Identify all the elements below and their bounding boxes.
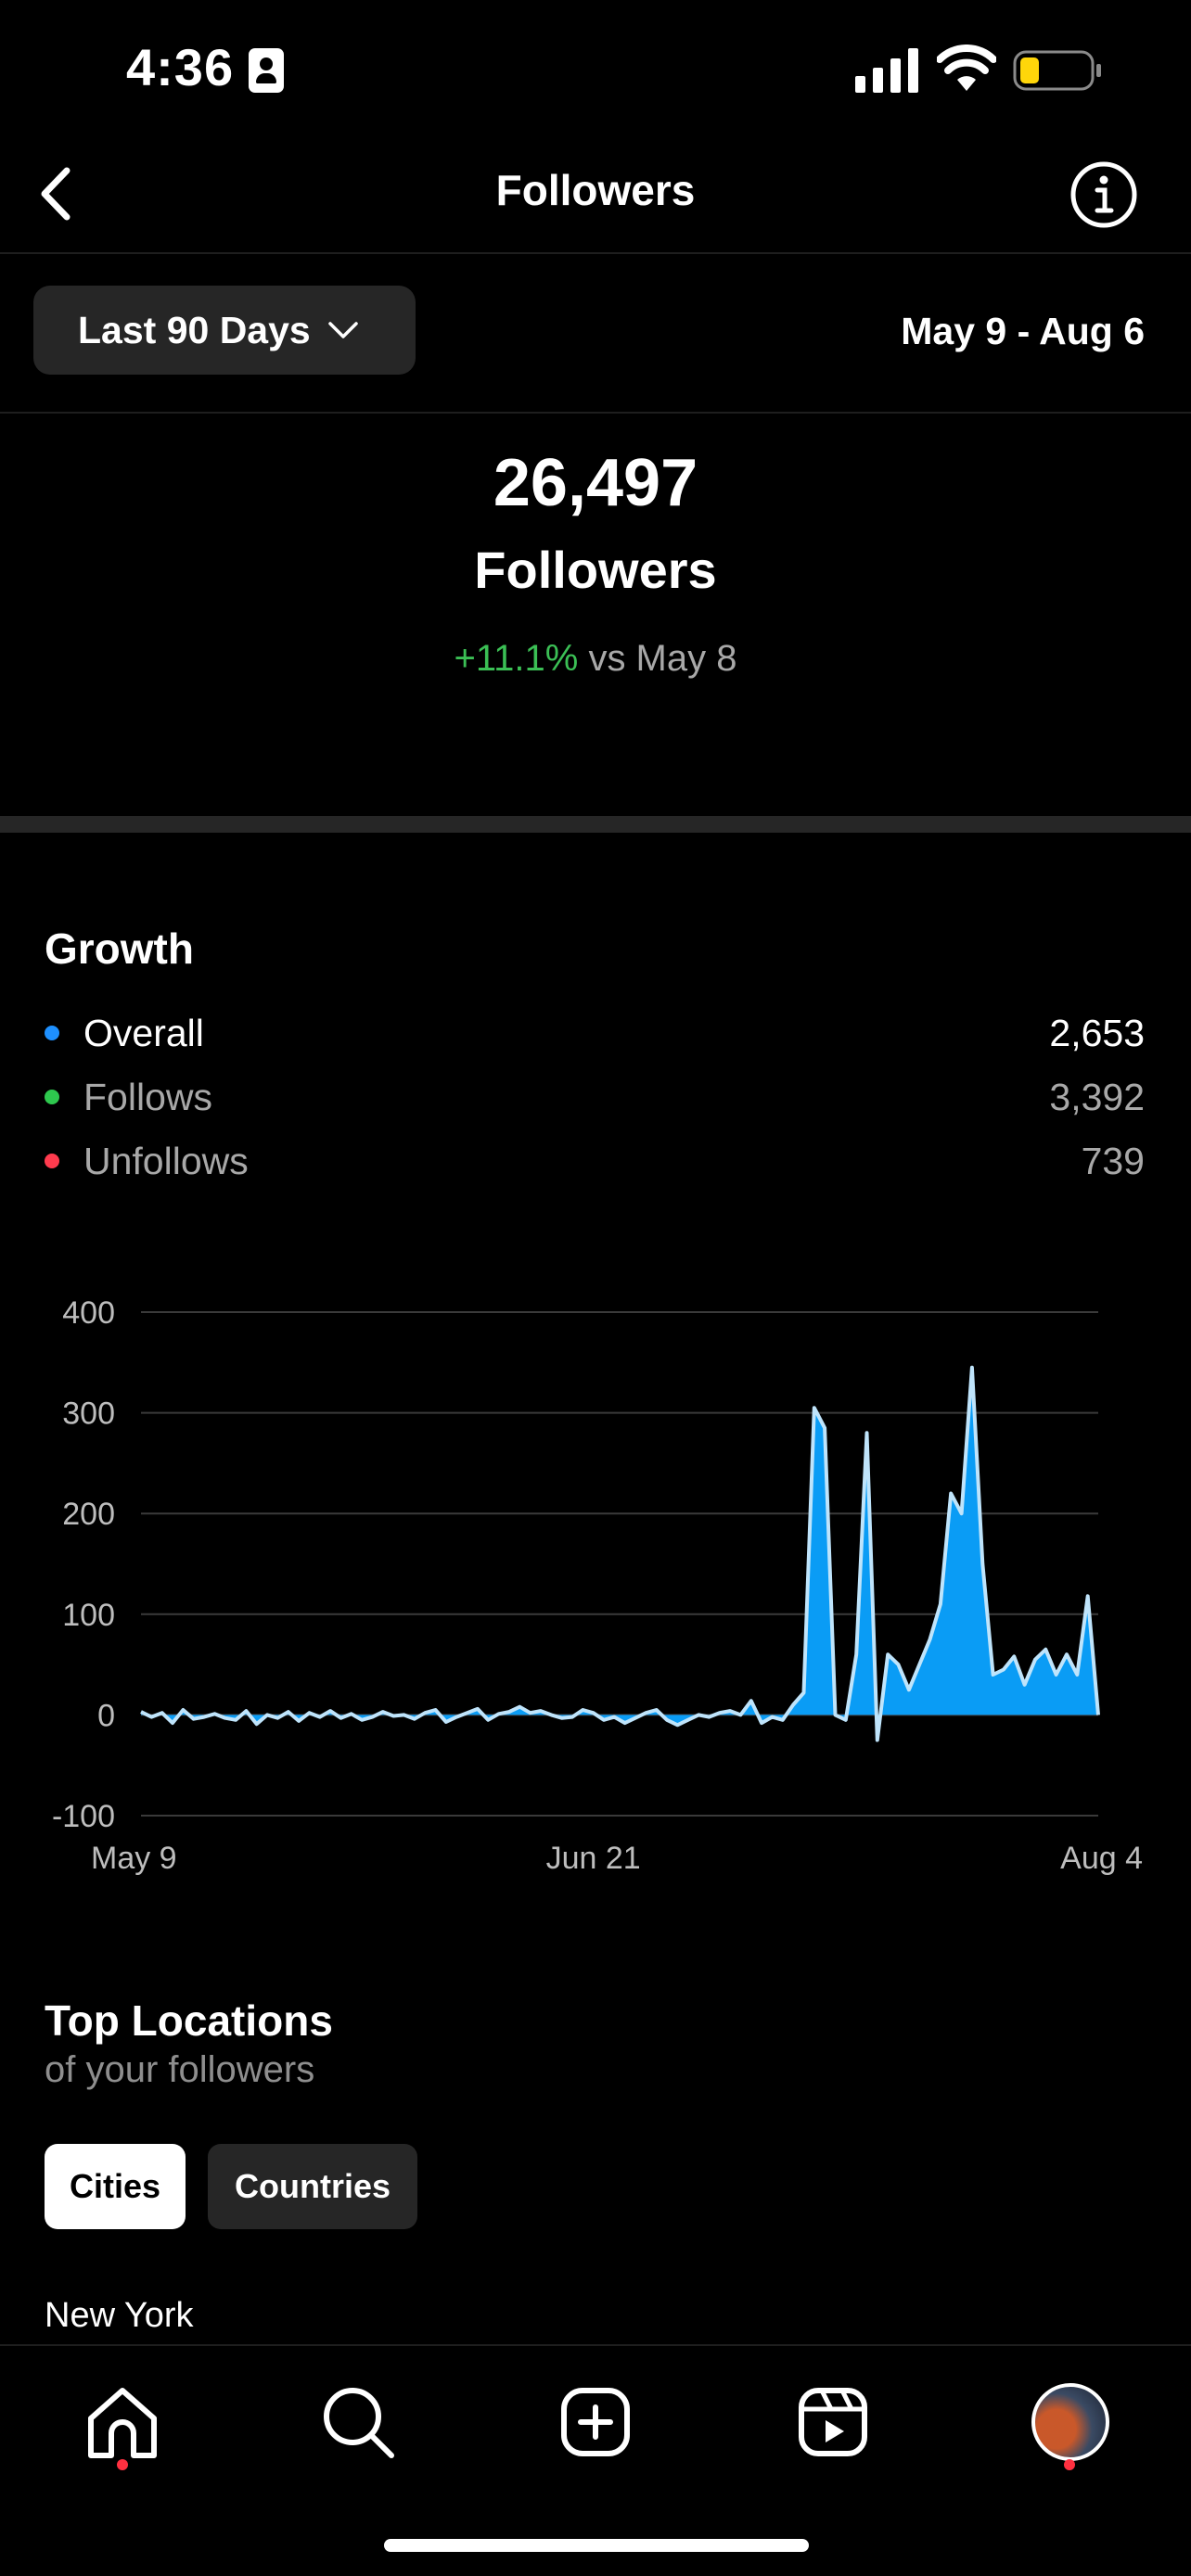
growth-chart-svg: 400 300 200 100 0 -100 May 9 Jun 21 Aug 4 bbox=[52, 1295, 1143, 1876]
follower-count-label: Followers bbox=[474, 541, 717, 599]
top-locations-subtitle: of your followers bbox=[45, 2049, 315, 2090]
profile-notification-dot bbox=[1064, 2459, 1075, 2470]
legend-row-overall: Overall 2,653 bbox=[45, 1007, 1145, 1059]
home-notification-dot bbox=[117, 2459, 128, 2470]
status-time: 4:36 bbox=[126, 38, 235, 96]
profile-tab[interactable] bbox=[1026, 2378, 1115, 2467]
create-icon[interactable] bbox=[551, 2378, 640, 2467]
page-title: Followers bbox=[495, 166, 696, 214]
x-tick-label: Aug 4 bbox=[1060, 1841, 1143, 1876]
date-range-dropdown[interactable]: Last 90 Days bbox=[33, 286, 416, 375]
y-tick-label: 100 bbox=[62, 1598, 115, 1633]
tab-countries[interactable]: Countries bbox=[208, 2144, 417, 2229]
y-tick-label: 0 bbox=[97, 1698, 115, 1733]
avatar bbox=[1031, 2383, 1109, 2461]
date-range-text: May 9 - Aug 6 bbox=[901, 310, 1145, 352]
series-area-overall bbox=[141, 1367, 1098, 1741]
legend-dot-unfollows bbox=[45, 1154, 59, 1168]
legend-dot-follows bbox=[45, 1090, 59, 1104]
change-percent: +11.1% bbox=[454, 638, 579, 679]
legend-name: Unfollows bbox=[83, 1139, 249, 1182]
legend-name: Overall bbox=[83, 1011, 204, 1054]
wifi-icon bbox=[937, 45, 996, 91]
legend-value: 3,392 bbox=[1049, 1075, 1145, 1118]
tab-cities[interactable]: Cities bbox=[45, 2144, 186, 2229]
y-tick-label: 200 bbox=[62, 1497, 115, 1532]
chevron-down-icon bbox=[327, 322, 358, 338]
date-range-label: Last 90 Days bbox=[78, 308, 311, 351]
legend-value: 2,653 bbox=[1049, 1011, 1145, 1054]
contact-card-icon bbox=[249, 48, 284, 93]
top-locations-title: Top Locations bbox=[45, 1996, 333, 2045]
y-tick-label: -100 bbox=[52, 1799, 115, 1834]
x-tick-label: May 9 bbox=[91, 1841, 177, 1876]
y-tick-label: 400 bbox=[62, 1295, 115, 1331]
cellular-signal-icon bbox=[855, 48, 918, 93]
growth-chart[interactable]: 400 300 200 100 0 -100 May 9 Jun 21 Aug 4 bbox=[0, 1261, 1191, 1892]
legend-row-follows: Follows 3,392 bbox=[45, 1071, 1145, 1123]
follower-change: +11.1% vs May 8 bbox=[0, 638, 1191, 680]
home-indicator bbox=[384, 2539, 809, 2552]
reels-icon[interactable] bbox=[788, 2378, 877, 2467]
filter-row: Last 90 Days May 9 - Aug 6 bbox=[0, 256, 1191, 414]
home-icon[interactable] bbox=[78, 2378, 167, 2467]
change-reference: vs May 8 bbox=[578, 638, 737, 679]
battery-icon bbox=[1013, 50, 1101, 91]
legend-dot-overall bbox=[45, 1026, 59, 1040]
growth-title: Growth bbox=[45, 925, 194, 973]
search-icon[interactable] bbox=[314, 2378, 403, 2467]
info-icon[interactable] bbox=[1069, 159, 1139, 230]
follower-count: 26,497 bbox=[493, 446, 698, 520]
header: Followers bbox=[0, 139, 1191, 254]
x-tick-label: Jun 21 bbox=[546, 1841, 641, 1876]
section-divider bbox=[0, 816, 1191, 833]
legend-name: Follows bbox=[83, 1075, 212, 1118]
y-tick-label: 300 bbox=[62, 1396, 115, 1432]
legend-row-unfollows: Unfollows 739 bbox=[45, 1135, 1145, 1187]
location-item: New York bbox=[45, 2296, 194, 2335]
legend-value: 739 bbox=[1081, 1139, 1145, 1182]
status-bar: 4:36 bbox=[0, 0, 1191, 139]
